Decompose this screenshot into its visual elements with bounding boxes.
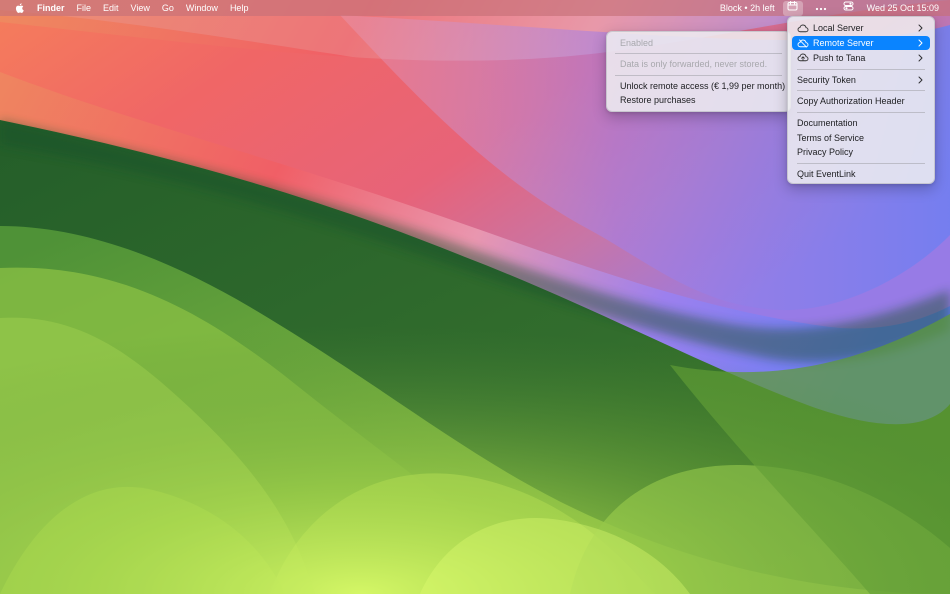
cloud-off-icon xyxy=(797,38,809,48)
eventlink-status-button[interactable] xyxy=(782,0,803,16)
eventlink-menu: Local Server Remote Server Push to Tana … xyxy=(787,16,935,184)
remote-server-label: Remote Server xyxy=(813,37,874,48)
quit-eventlink-item[interactable]: Quit EventLink xyxy=(792,167,930,181)
documentation-item[interactable]: Documentation xyxy=(792,116,930,130)
file-menu[interactable]: File xyxy=(77,0,92,16)
security-token-item[interactable]: Security Token xyxy=(792,73,930,87)
remote-data-notice: Data is only forwarded, never stored. xyxy=(611,57,786,71)
chevron-right-icon xyxy=(917,51,924,65)
remote-server-item[interactable]: Remote Server xyxy=(792,36,930,50)
calendar-icon xyxy=(787,0,798,16)
restore-purchases-item[interactable]: Restore purchases xyxy=(611,93,786,107)
menu-separator xyxy=(797,69,925,70)
copy-authorization-header-label: Copy Authorization Header xyxy=(797,95,905,106)
control-center-button[interactable] xyxy=(839,0,859,16)
finder-menu[interactable]: Finder xyxy=(37,0,65,16)
restore-purchases-label: Restore purchases xyxy=(620,94,696,105)
chevron-right-icon xyxy=(917,21,924,35)
remote-enabled-item: Enabled xyxy=(611,36,786,50)
menu-bar-left: Finder File Edit View Go Window Help xyxy=(0,0,260,16)
menu-separator xyxy=(797,112,925,113)
unlock-remote-access-item[interactable]: Unlock remote access (€ 1,99 per month) xyxy=(611,79,786,93)
privacy-policy-label: Privacy Policy xyxy=(797,146,854,157)
control-center-icon xyxy=(843,0,854,16)
remote-enabled-label: Enabled xyxy=(620,37,654,48)
unlock-remote-access-label: Unlock remote access (€ 1,99 per month) xyxy=(620,80,786,91)
go-menu[interactable]: Go xyxy=(162,0,174,16)
edit-menu[interactable]: Edit xyxy=(103,0,119,16)
cloud-icon xyxy=(797,23,809,33)
help-menu[interactable]: Help xyxy=(230,0,249,16)
push-to-tana-item[interactable]: Push to Tana xyxy=(792,51,930,65)
menu-bar-status-area: Block • 2h left Wed 25 Oct 15:09 xyxy=(712,0,939,16)
submenu-separator xyxy=(615,75,782,76)
remote-data-notice-label: Data is only forwarded, never stored. xyxy=(620,58,768,69)
menu-separator xyxy=(797,163,925,164)
block-status[interactable]: Block • 2h left xyxy=(720,0,775,16)
local-server-label: Local Server xyxy=(813,22,864,33)
privacy-policy-item[interactable]: Privacy Policy xyxy=(792,145,930,159)
ellipsis-icon xyxy=(815,0,827,16)
view-menu[interactable]: View xyxy=(131,0,150,16)
window-menu[interactable]: Window xyxy=(186,0,218,16)
desktop: Finder File Edit View Go Window Help Blo… xyxy=(0,0,950,594)
remote-server-submenu: Enabled Data is only forwarded, never st… xyxy=(606,31,791,112)
menu-separator xyxy=(797,90,925,91)
cloud-upload-icon xyxy=(797,53,809,63)
chevron-right-icon xyxy=(917,73,924,87)
more-status-button[interactable] xyxy=(811,0,831,16)
push-to-tana-label: Push to Tana xyxy=(813,52,866,63)
local-server-item[interactable]: Local Server xyxy=(792,21,930,35)
menu-bar-clock[interactable]: Wed 25 Oct 15:09 xyxy=(867,0,939,16)
apple-logo-icon[interactable] xyxy=(13,0,25,16)
terms-of-service-item[interactable]: Terms of Service xyxy=(792,131,930,145)
documentation-label: Documentation xyxy=(797,117,858,128)
menu-bar: Finder File Edit View Go Window Help Blo… xyxy=(0,0,950,16)
chevron-right-icon xyxy=(917,36,924,50)
security-token-label: Security Token xyxy=(797,74,856,85)
submenu-separator xyxy=(615,53,782,54)
terms-of-service-label: Terms of Service xyxy=(797,132,865,143)
quit-eventlink-label: Quit EventLink xyxy=(797,168,856,179)
copy-authorization-header-item[interactable]: Copy Authorization Header xyxy=(792,94,930,108)
